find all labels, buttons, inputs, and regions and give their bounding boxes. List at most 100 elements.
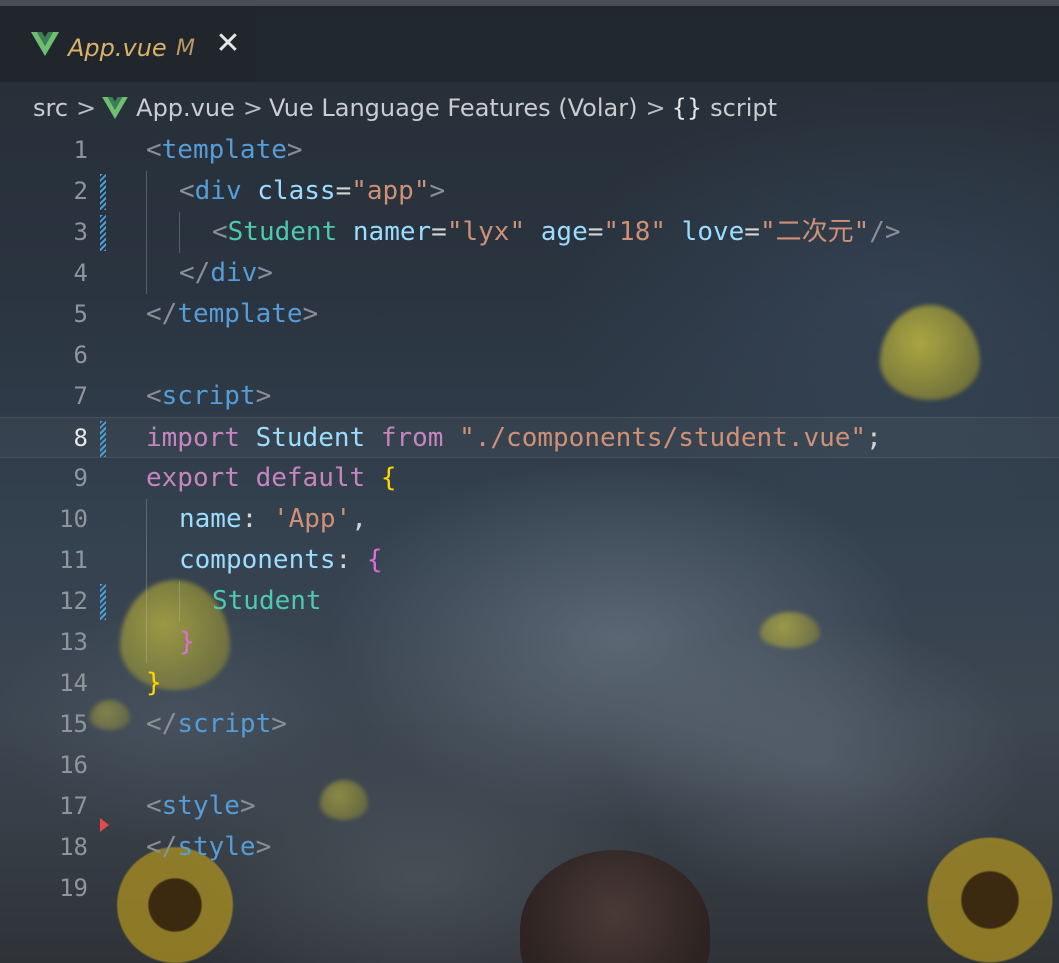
- code-text[interactable]: <div class="app">: [179, 171, 445, 212]
- token: >: [271, 709, 287, 739]
- line-number: 12: [59, 587, 88, 615]
- modified-line-marker[interactable]: [100, 174, 106, 210]
- code-text[interactable]: </div>: [179, 253, 273, 294]
- tab-title: App.vue: [68, 34, 167, 62]
- token: =: [335, 176, 352, 206]
- token: </: [146, 832, 178, 862]
- token: script: [161, 381, 256, 411]
- breadcrumb-item-src[interactable]: src: [33, 94, 68, 122]
- line-number: 6: [73, 341, 88, 369]
- token: default: [255, 463, 366, 493]
- modified-line-marker[interactable]: [100, 421, 106, 457]
- token: :: [241, 504, 273, 534]
- line-number: 15: [59, 710, 88, 738]
- line-number: 1: [73, 136, 88, 164]
- code-text[interactable]: export default {: [146, 458, 396, 499]
- line-number: 14: [59, 669, 88, 697]
- code-line: 4 </div>: [0, 253, 1059, 294]
- token: }: [179, 627, 195, 657]
- modified-line-marker[interactable]: [100, 215, 106, 251]
- token: Student: [227, 217, 338, 247]
- token: namer: [352, 217, 432, 247]
- code-text[interactable]: <style>: [146, 786, 256, 827]
- token: =: [744, 217, 760, 247]
- token: >: [257, 258, 273, 288]
- modified-line-marker[interactable]: [100, 584, 106, 620]
- token: >: [429, 176, 446, 206]
- code-line: 18 </style>: [0, 827, 1059, 868]
- line-number: 4: [73, 259, 88, 287]
- token: div: [194, 176, 242, 206]
- token: age: [540, 217, 588, 247]
- code-text[interactable]: components: {: [179, 540, 383, 581]
- close-icon[interactable]: ✕: [214, 29, 242, 59]
- token: >: [302, 299, 319, 329]
- breadcrumb-item-file[interactable]: App.vue: [136, 94, 235, 122]
- tab-app-vue[interactable]: App.vue M ✕: [0, 6, 256, 82]
- code-text[interactable]: <script>: [146, 376, 271, 417]
- token: script: [177, 709, 272, 739]
- token: components: [179, 545, 336, 575]
- code-text[interactable]: </style>: [146, 827, 271, 868]
- token: love: [681, 217, 745, 247]
- code-line: 2 <div class="app">: [0, 171, 1059, 212]
- code-line: 14 }: [0, 663, 1059, 704]
- token: Student: [212, 586, 322, 616]
- code-text[interactable]: <template>: [146, 130, 303, 171]
- braces-icon: {}: [671, 94, 703, 122]
- token: "lyx": [446, 217, 526, 247]
- code-text[interactable]: Student: [212, 581, 322, 622]
- code-line: 9 export default {: [0, 458, 1059, 499]
- line-number: 11: [59, 546, 88, 574]
- token: <: [146, 135, 162, 165]
- token: >: [255, 381, 272, 411]
- vue-icon: [102, 97, 128, 119]
- line-number: 2: [73, 177, 88, 205]
- line-number: 5: [73, 300, 88, 328]
- token: ,: [351, 504, 367, 534]
- token: "二次元": [759, 217, 870, 247]
- code-text[interactable]: name: 'App',: [179, 499, 367, 540]
- line-number: 10: [59, 505, 88, 533]
- token: "app": [351, 176, 430, 206]
- breadcrumb-item-language[interactable]: Vue Language Features (Volar): [269, 94, 638, 122]
- code-line: 10 name: 'App',: [0, 499, 1059, 540]
- breadcrumb-item-symbol[interactable]: script: [710, 94, 777, 122]
- code-text[interactable]: }: [179, 622, 195, 663]
- code-line: 12 Student: [0, 581, 1059, 622]
- code-text[interactable]: </template>: [146, 294, 318, 335]
- token: style: [177, 832, 256, 862]
- line-number: 17: [59, 792, 88, 820]
- token: from: [380, 423, 444, 453]
- code-line: 7 <script>: [0, 376, 1059, 417]
- token: ;: [866, 423, 882, 453]
- vue-icon: [31, 32, 59, 56]
- token: "18": [603, 217, 667, 247]
- token: >: [239, 791, 256, 821]
- line-number: 3: [73, 218, 88, 246]
- line-number: 8: [73, 424, 88, 452]
- code-text[interactable]: }: [146, 663, 162, 704]
- code-text[interactable]: <Student namer="lyx" age="18" love="二次元"…: [212, 212, 901, 253]
- token: "./components/student.vue": [459, 423, 867, 453]
- code-text[interactable]: import Student from "./components/studen…: [146, 418, 882, 459]
- token: class: [257, 176, 336, 206]
- code-editor[interactable]: 1 <template> 2 <div class="app"> 3 <Stud…: [0, 130, 1059, 963]
- code-line: 3 <Student namer="lyx" age="18" love="二次…: [0, 212, 1059, 253]
- code-line: 15 </script>: [0, 704, 1059, 745]
- code-line: 5 </template>: [0, 294, 1059, 335]
- token: name: [179, 504, 242, 534]
- token: :: [335, 545, 367, 575]
- token: <: [179, 176, 195, 206]
- breadcrumb-separator: >: [76, 94, 97, 122]
- code-text[interactable]: </script>: [146, 704, 287, 745]
- code-line: 1 <template>: [0, 130, 1059, 171]
- token: div: [210, 258, 258, 288]
- token: import: [146, 423, 240, 453]
- code-line: 16: [0, 745, 1059, 786]
